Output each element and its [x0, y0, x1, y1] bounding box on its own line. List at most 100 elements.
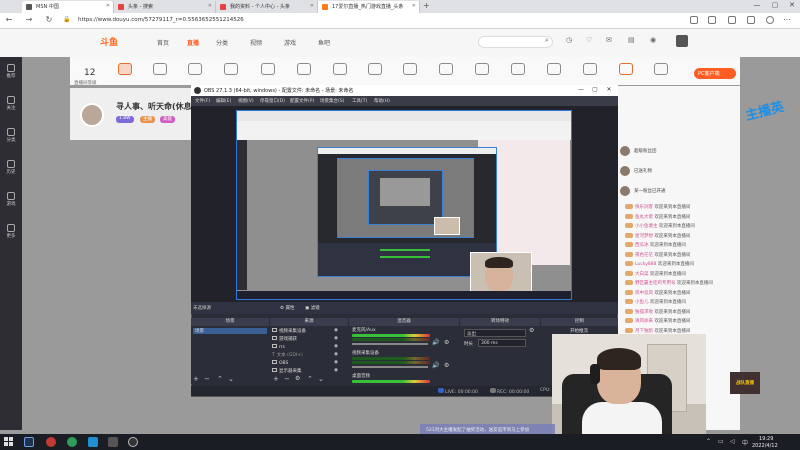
source-item[interactable]: T 文本 (GDI+) ◉ — [272, 352, 346, 358]
sidebar-item-games[interactable]: 游戏 — [0, 192, 22, 207]
volume-slider[interactable] — [352, 366, 428, 368]
category-check-icon[interactable] — [333, 63, 347, 75]
category-edit-icon[interactable] — [583, 63, 597, 75]
obs-menu-scene-collection[interactable]: 场景集合(S) — [320, 98, 344, 104]
task-icon[interactable]: ▤ — [628, 36, 635, 44]
category-calendar-icon[interactable] — [224, 63, 238, 75]
transition-select[interactable]: 淡出 — [464, 329, 526, 337]
category-badge-icon[interactable] — [619, 63, 633, 75]
chat-username[interactable]: 夜色茫茫 — [635, 253, 653, 258]
back-icon[interactable]: ← — [4, 15, 14, 24]
speaker-icon[interactable]: 🔊 — [432, 362, 439, 369]
move-up-icon[interactable]: ⌃ — [217, 375, 223, 383]
more-menu-icon[interactable]: ⋯ — [782, 15, 792, 24]
forward-icon[interactable]: → — [24, 15, 34, 24]
browser-tab-toutiao-search[interactable]: 头条 - 搜索 ✕ — [114, 1, 216, 13]
app-taskbar-icon[interactable] — [88, 437, 98, 447]
chat-username[interactable]: Lucky888 — [635, 262, 656, 267]
transition-settings-icon[interactable]: ⚙ — [529, 327, 534, 334]
windows-start-icon[interactable] — [4, 437, 14, 447]
maximize-icon[interactable]: ▢ — [768, 1, 782, 9]
new-tab-icon[interactable]: + — [423, 1, 430, 10]
source-item[interactable]: 游戏捕获 ◉ — [272, 336, 346, 342]
input-method-icon[interactable]: 中 — [742, 438, 748, 447]
nav-home[interactable]: 首页 — [157, 38, 169, 47]
live-thumbnail[interactable]: 战队直播 — [730, 372, 760, 394]
filters-button[interactable]: ▣ 滤镜 — [305, 305, 320, 311]
obs-menu-help[interactable]: 帮助(H) — [374, 98, 390, 104]
category-chart-icon[interactable] — [153, 63, 167, 75]
category-alarm-icon[interactable] — [368, 63, 382, 75]
taskbar-clock-time[interactable]: 19:29 — [759, 436, 773, 442]
category-more-icon[interactable] — [654, 63, 668, 75]
source-item[interactable]: rrs ◉ — [272, 344, 346, 350]
follow-icon[interactable]: ♡ — [586, 36, 592, 44]
obs-menu-tools[interactable]: 工具(T) — [352, 98, 367, 104]
category-cloud-icon[interactable] — [439, 63, 453, 75]
volume-icon[interactable]: ◁ — [730, 438, 735, 445]
streamer-avatar[interactable] — [80, 103, 104, 127]
tray-chevron-icon[interactable]: ⌃ — [706, 438, 711, 445]
nav-games[interactable]: 游戏 — [284, 38, 296, 47]
anchor-taskbar-icon[interactable] — [108, 437, 118, 447]
user-avatar[interactable] — [676, 35, 688, 47]
move-down-icon[interactable]: ⌄ — [228, 375, 234, 383]
chat-username[interactable]: 独孤求败 — [635, 310, 653, 315]
chat-username[interactable]: 大白菜 — [635, 272, 649, 277]
source-settings-icon[interactable]: ⚙ — [295, 375, 300, 382]
sidebar-item-history[interactable]: 历史 — [0, 160, 22, 175]
add-source-icon[interactable]: + — [273, 375, 279, 383]
sidebar-item-follow[interactable]: 关注 — [0, 96, 22, 111]
location-icon[interactable]: ◉ — [650, 36, 656, 44]
visibility-eye-icon[interactable]: ◉ — [334, 336, 338, 341]
profile-avatar-icon[interactable] — [766, 16, 774, 24]
network-icon[interactable]: ▭ — [718, 438, 724, 445]
mixer-settings-icon[interactable]: ⚙ — [444, 339, 449, 346]
category-game-icon[interactable] — [188, 63, 202, 75]
source-move-down-icon[interactable]: ⌄ — [318, 375, 324, 383]
close-tab-icon[interactable]: ✕ — [208, 3, 212, 9]
extensions-icon[interactable] — [728, 16, 736, 24]
site-search-input[interactable] — [478, 36, 553, 48]
chat-username[interactable]: 月下独酌 — [635, 329, 653, 334]
nav-live[interactable]: 直播 — [187, 38, 199, 47]
collections-icon[interactable] — [708, 16, 716, 24]
sidebar-item-recommend[interactable]: 推荐 — [0, 64, 22, 79]
source-item[interactable]: OBS ◉ — [272, 360, 346, 366]
sidebar-item-more[interactable]: 更多 — [0, 224, 22, 239]
chat-username[interactable]: 小鱼儿 — [635, 300, 649, 305]
nav-video[interactable]: 视频 — [250, 38, 262, 47]
close-window-icon[interactable]: ✕ — [785, 1, 799, 9]
chat-username[interactable]: 快乐剑客 — [635, 205, 653, 210]
duration-field[interactable]: 300 ms — [478, 339, 526, 347]
pc-client-button[interactable]: PC客户端 — [694, 68, 736, 79]
browser-tab-msn[interactable]: MSN 中国 ✕ — [22, 1, 114, 13]
site-logo[interactable]: 斗鱼 — [100, 35, 118, 48]
chat-username[interactable]: 星河梦想 — [635, 234, 653, 239]
obs-close-icon[interactable]: ✕ — [604, 86, 614, 93]
obs-menu-edit[interactable]: 编辑(E) — [216, 98, 231, 104]
close-tab-icon[interactable]: ✕ — [106, 3, 110, 9]
obs-menu-profile[interactable]: 配置文件(P) — [290, 98, 314, 104]
nav-category[interactable]: 分类 — [216, 38, 228, 47]
netease-taskbar-icon[interactable] — [46, 437, 56, 447]
add-scene-icon[interactable]: + — [193, 375, 199, 383]
browser-tab-profile[interactable]: 我的资料 - 个人中心 - 头条 ✕ — [216, 1, 318, 13]
chat-username[interactable]: 野区霸主吃鸡专用号 — [635, 281, 676, 286]
obs-menu-docks[interactable]: 停靠窗口(D) — [260, 98, 285, 104]
downloads-icon[interactable] — [747, 16, 755, 24]
minimize-icon[interactable]: — — [750, 1, 764, 9]
search-icon[interactable]: ⌕ — [545, 36, 549, 45]
refresh-icon[interactable]: ↻ — [44, 15, 54, 24]
category-fire-icon[interactable] — [118, 63, 132, 75]
category-gift-icon[interactable] — [261, 63, 275, 75]
chat-username[interactable]: 鱼丸大佬 — [635, 215, 653, 220]
close-tab-icon[interactable]: ✕ — [412, 3, 416, 9]
category-controller-icon[interactable] — [547, 63, 561, 75]
message-icon[interactable]: ✉ — [606, 36, 612, 44]
category-car-icon[interactable] — [403, 63, 417, 75]
mixer-settings-icon[interactable]: ⚙ — [444, 362, 449, 369]
obs-taskbar-icon[interactable] — [128, 437, 138, 447]
promo-graphic[interactable]: 主播英 — [735, 94, 799, 151]
chat-username[interactable]: 西瓜冰 — [635, 243, 649, 248]
